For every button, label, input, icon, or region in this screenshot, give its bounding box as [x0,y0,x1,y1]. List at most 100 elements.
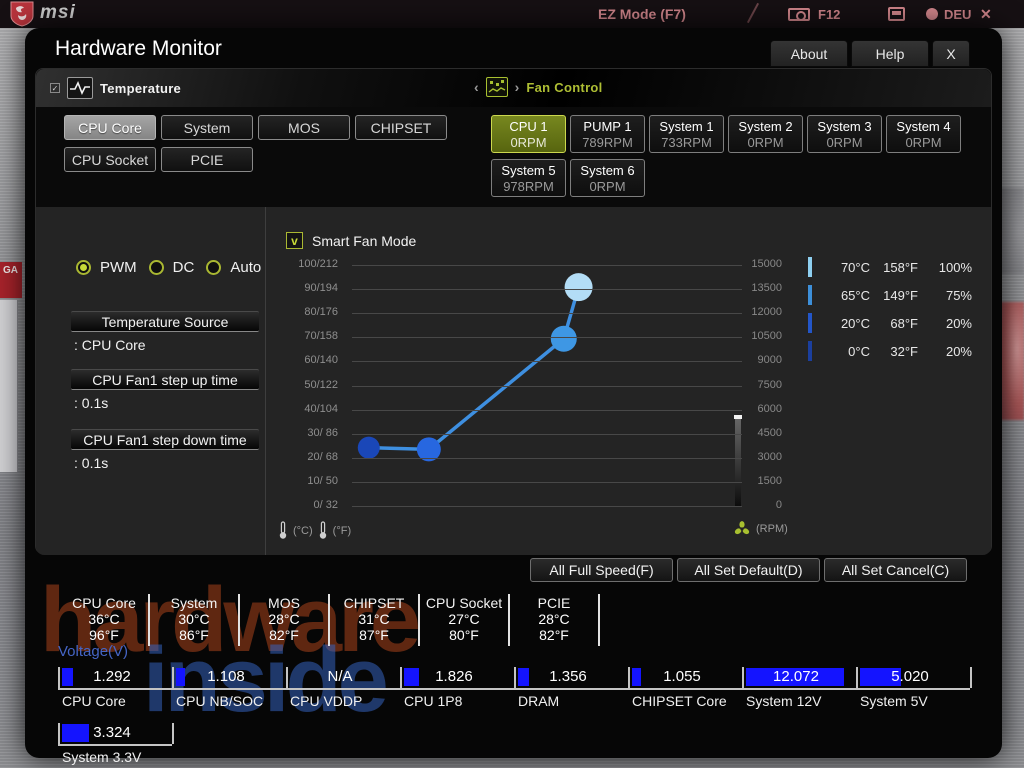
background-gaming-badge: GA [0,262,22,298]
fan-name: CPU 1 [509,118,548,134]
fan-rpm-value: 978RPM [503,178,554,194]
fan-button-system-1[interactable]: System 1 733RPM [649,115,724,153]
field-value-2: : 0.1s [74,455,109,471]
voltage-name: System 5V [860,693,928,709]
field-button-1[interactable]: CPU Fan1 step up time [71,369,259,390]
voltage-name: System 12V [746,693,822,709]
fan-button-cpu-1[interactable]: CPU 1 0RPM [491,115,566,153]
temp-sensor-button-cpu-socket[interactable]: CPU Socket [64,147,156,172]
action-button-2[interactable]: All Set Cancel(C) [824,558,967,582]
temperature-readouts: CPU Core 36°C 96°F System 30°C 86°F MOS 28°C 82°… [60,594,600,646]
temperature-sensor-buttons: CPU Core System MOS CHIPSET CPU Socket PCIE [64,115,464,179]
y-left-tick-label: 100/212 [298,258,338,270]
voltage-name: System 3.3V [62,749,142,765]
fan-button-system-4[interactable]: System 4 0RPM [886,115,961,153]
temp-sensor-button-cpu-core[interactable]: CPU Core [64,115,156,140]
y-left-tick-label: 80/176 [304,306,338,319]
temp-sensor-button-chipset[interactable]: CHIPSET [355,115,447,140]
fan-mode-radio-pwm[interactable] [76,260,91,275]
voltage-value: 3.324 [93,724,131,741]
voltage-readout-row-1: 1.292 CPU Core 1.108 CPU NB/SOC N/A CPU VDDP 1… [58,666,972,714]
temperature-checkbox-icon[interactable]: ✓ [50,83,60,93]
fan-mode-radio-auto[interactable] [206,260,222,275]
fan-speed-slider[interactable] [734,415,742,507]
voltage-cell-system-3-3v: 3.324 System 3.3V [58,722,172,768]
fan-curve-point-70c[interactable] [564,273,593,302]
dialog-tab-bar: About Help X [770,40,970,67]
plot-gridline [352,361,742,363]
dialog-tab-help[interactable]: Help [851,40,929,67]
temp-readout-name: CPU Core [72,595,136,611]
smart-fan-mode-label: Smart Fan Mode [312,232,417,249]
plot-gridline [352,409,742,411]
temp-readout-celsius: 28°C [538,611,570,627]
fan-curve-point-65c[interactable] [550,325,577,352]
action-button-1[interactable]: All Set Default(D) [677,558,820,582]
field-button-2[interactable]: CPU Fan1 step down time [71,429,259,450]
fan-mode-radio-dc[interactable] [148,260,164,275]
voltage-cell-cpu-nb-soc: 1.108 CPU NB/SOC [172,666,286,714]
bios-close-icon[interactable]: ✕ [980,6,992,23]
field-value-0: : CPU Core [74,337,146,353]
legend-color-bar [808,257,812,277]
temp-readout-fahrenheit: 82°F [269,627,299,643]
language-selector[interactable]: DEU [944,7,971,22]
voltage-value: 1.292 [93,668,131,685]
temp-readout-fahrenheit: 87°F [359,627,389,643]
window-icon[interactable] [888,7,905,21]
fan-name: System 2 [738,118,793,134]
screenshot-camera-icon[interactable] [788,8,810,21]
voltage-value: 1.826 [435,668,473,685]
dialog-tab-about[interactable]: About [770,40,848,67]
voltage-name: CPU NB/SOC [176,693,264,709]
fan-button-system-2[interactable]: System 2 0RPM [728,115,803,153]
next-section-arrow[interactable]: › [515,79,520,95]
temp-sensor-button-system[interactable]: System [161,115,253,140]
prev-section-arrow[interactable]: ‹ [474,79,479,95]
msi-wordmark: msi [40,2,76,23]
f12-label: F12 [818,7,841,22]
rpm-unit-label: (RPM) [756,523,788,535]
panel-content: PWM DC Auto Temperature Source: CPU Core CP… [36,207,991,555]
fan-control-panel: ✓ Temperature ‹ › Fan Control CPU Core Sy… [35,68,992,555]
legend-color-bar [808,285,812,305]
background-fragment-red [1000,302,1024,420]
background-fragment-gray [1000,188,1024,274]
legend-row-0: 70°C 158°F 100% [808,257,972,277]
fan-button-system-3[interactable]: System 3 0RPM [807,115,882,153]
voltage-cell-dram: 1.356 DRAM [514,666,628,714]
voltage-underline [742,688,856,690]
legend-fahrenheit: 68°F [890,315,918,331]
y-axis-units: (RPM) [734,521,788,537]
voltage-value: 1.108 [207,668,245,685]
voltage-cell-system-5v: 5.020 System 5V [856,666,970,714]
temp-readout-cpu-core: CPU Core 36°C 96°F [60,594,150,646]
fan-name: PUMP 1 [583,118,632,134]
fan-button-system-5[interactable]: System 5 978RPM [491,159,566,197]
user-icon [926,8,938,20]
fan-button-pump-1[interactable]: PUMP 1 789RPM [570,115,645,153]
bios-top-bar: msi EZ Mode (F7) F12 DEU ✕ [0,0,1024,28]
field-button-0[interactable]: Temperature Source [71,311,259,332]
legend-duty-percent: 100% [938,259,972,275]
fan-name: System 4 [896,118,951,134]
voltage-underline [514,688,628,690]
legend-duty-percent: 20% [945,315,972,331]
action-button-0[interactable]: All Full Speed(F) [530,558,673,582]
y-left-tick-label: 0/ 32 [313,499,338,511]
ez-mode-button[interactable]: EZ Mode (F7) [598,6,686,22]
fan-button-system-6[interactable]: System 6 0RPM [570,159,645,197]
fan-curve-point-0c[interactable] [357,436,380,459]
temp-sensor-button-mos[interactable]: MOS [258,115,350,140]
fan-mode-label-dc: DC [172,259,195,276]
msi-dragon-logo [8,1,36,32]
dialog-close-button[interactable]: X [932,40,970,67]
temp-sensor-button-pcie[interactable]: PCIE [161,147,253,172]
fan-mode-label-pwm: PWM [100,259,137,276]
smart-fan-mode-checkbox[interactable]: v [286,232,303,249]
fan-settings-pane: PWM DC Auto Temperature Source: CPU Core CP… [36,207,266,555]
temp-readout-name: CHIPSET [343,595,405,611]
temp-readout-cpu-socket: CPU Socket 27°C 80°F [420,594,510,646]
voltage-name: DRAM [518,693,560,709]
legend-duty-percent: 75% [945,287,972,303]
